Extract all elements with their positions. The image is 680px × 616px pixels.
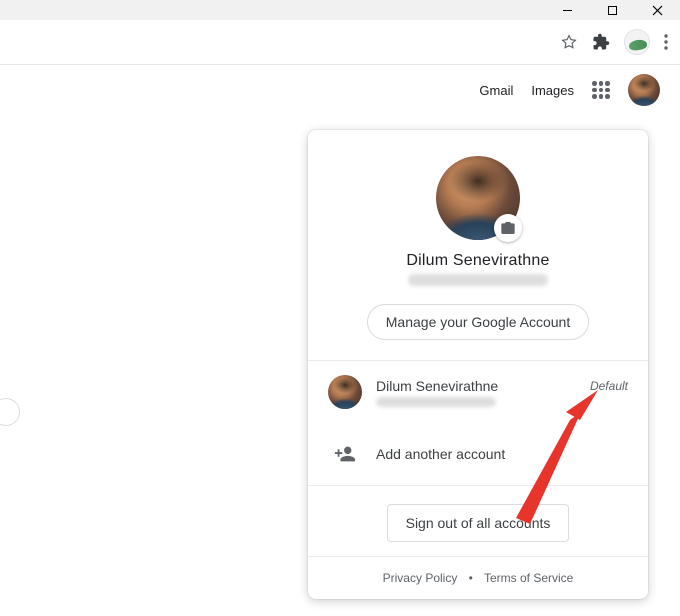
bookmark-star-button[interactable] [560,33,578,51]
other-account-text: Dilum Senevirathne [376,378,498,407]
browser-menu-button[interactable] [664,34,668,50]
other-account-row[interactable]: Dilum Senevirathne Default [308,361,648,423]
star-icon [560,33,578,51]
account-popover: Dilum Senevirathne Manage your Google Ac… [308,130,648,599]
person-add-icon [334,443,356,465]
extensions-button[interactable] [592,33,610,51]
puzzle-icon [592,33,610,51]
google-apps-button[interactable] [592,81,610,99]
signout-wrap: Sign out of all accounts [308,486,648,556]
minimize-button[interactable] [545,0,590,20]
default-badge: Default [590,379,628,393]
change-photo-button[interactable] [494,214,522,242]
add-account-label: Add another account [376,446,505,462]
add-account-row[interactable]: Add another account [308,423,648,485]
popover-header: Dilum Senevirathne Manage your Google Ac… [308,130,648,361]
google-header: Gmail Images [0,65,680,115]
browser-profile-button[interactable] [624,29,650,55]
maximize-icon [607,5,618,16]
avatar-wrap [436,156,520,240]
window-controls [545,0,680,20]
terms-of-service-link[interactable]: Terms of Service [484,571,573,585]
account-avatar-button[interactable] [628,74,660,106]
window-titlebar [0,0,680,20]
privacy-policy-link[interactable]: Privacy Policy [383,571,458,585]
camera-icon [500,220,516,236]
gmail-link[interactable]: Gmail [479,83,513,98]
apps-grid-icon [592,81,597,86]
browser-toolbar [0,20,680,65]
other-account-avatar [328,375,362,409]
page-edge-bubble [0,398,20,426]
minimize-icon [562,5,573,16]
user-name: Dilum Senevirathne [406,252,549,270]
other-account-name: Dilum Senevirathne [376,378,498,394]
close-icon [652,5,663,16]
add-account-icon-slot [328,437,362,471]
popover-footer: Privacy Policy • Terms of Service [308,557,648,585]
sign-out-all-button[interactable]: Sign out of all accounts [387,504,570,542]
user-email-blurred [408,274,548,286]
images-link[interactable]: Images [531,83,574,98]
other-account-email-blurred [376,397,496,407]
manage-account-button[interactable]: Manage your Google Account [367,304,589,340]
kebab-icon [664,34,668,50]
footer-dot: • [469,571,473,585]
close-window-button[interactable] [635,0,680,20]
maximize-button[interactable] [590,0,635,20]
